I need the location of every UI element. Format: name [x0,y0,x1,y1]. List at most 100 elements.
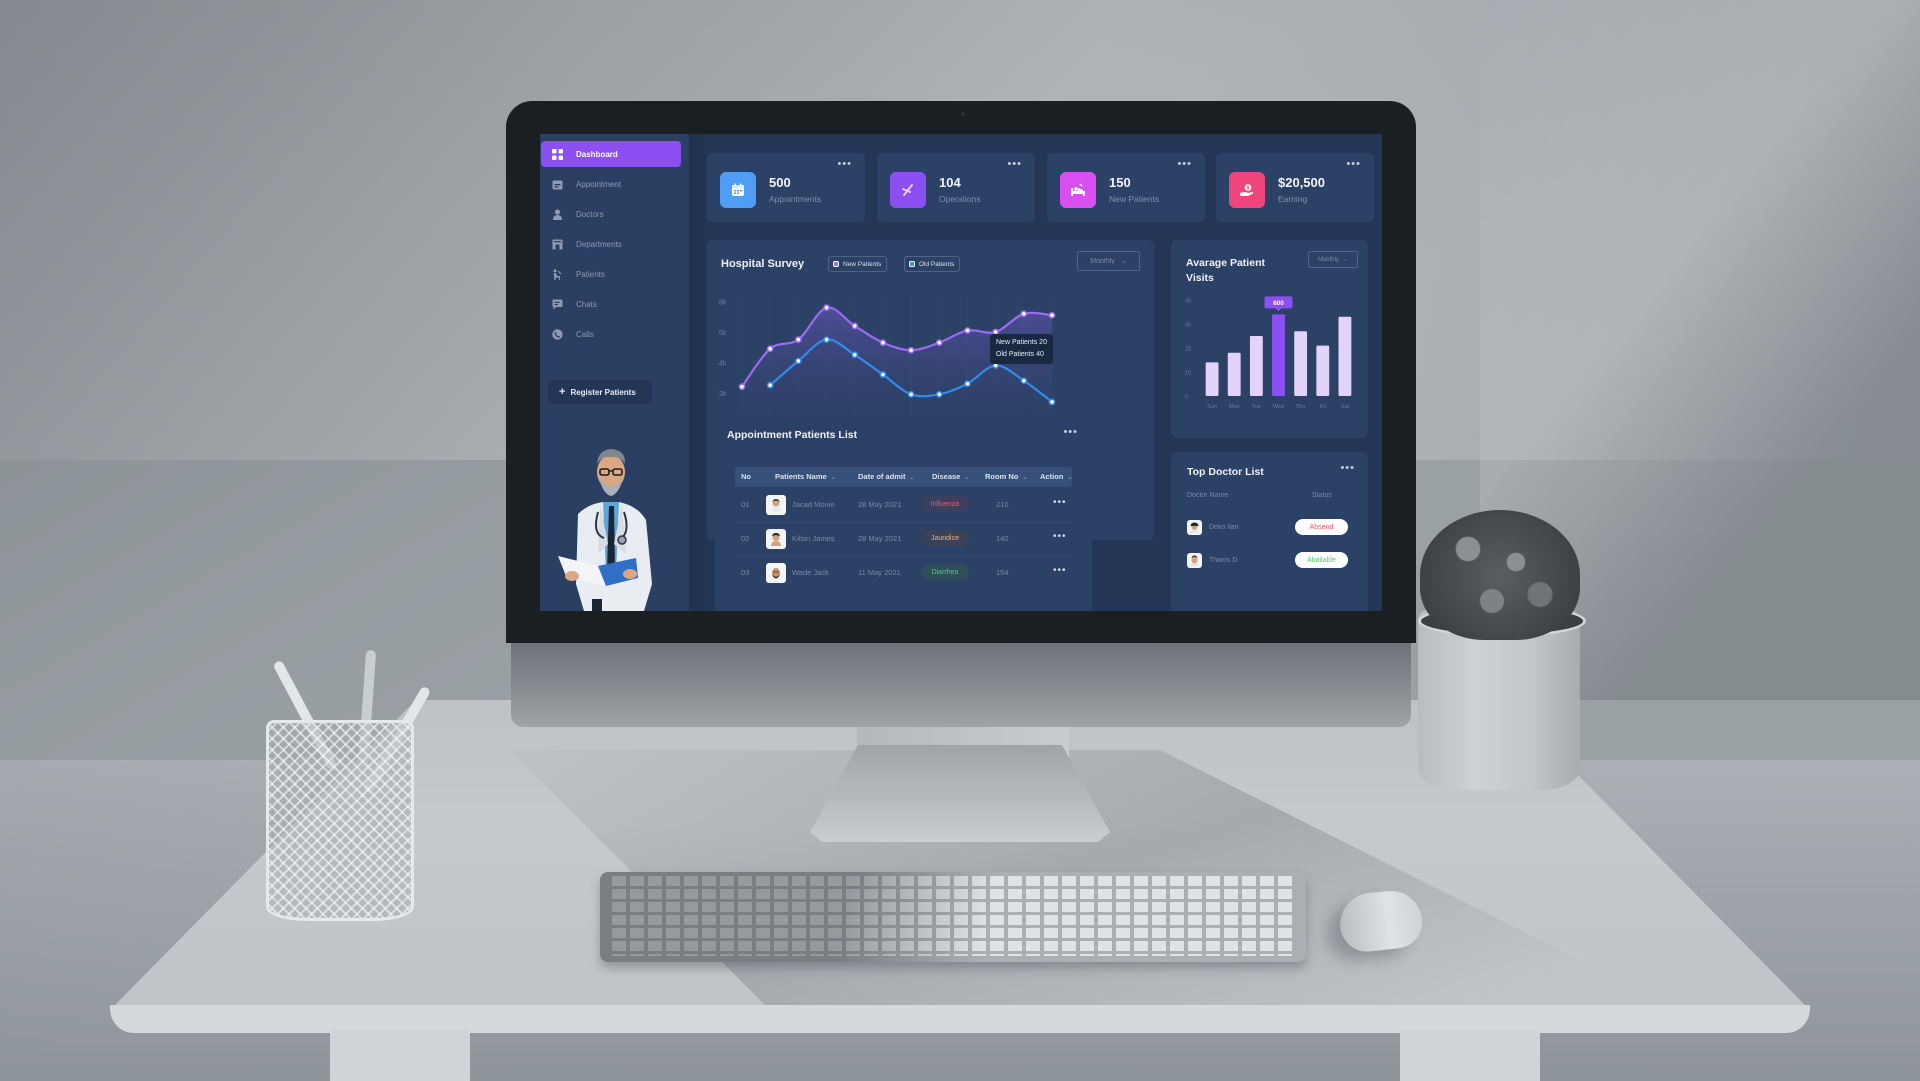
sidebar-item-calls[interactable]: Calls [541,321,681,347]
new-patients-point [823,304,830,312]
sidebar-item-chats[interactable]: Chats [541,291,681,317]
more-icon[interactable]: ••• [1340,462,1355,474]
sidebar-item-label: Patients [576,269,605,279]
row-actions-icon[interactable]: ••• [1053,497,1067,508]
camera-icon [961,112,965,116]
x-tick-label: Fri [1320,404,1326,410]
new-patients-point [1048,311,1056,319]
tooltip-line: Old Patients 40 [996,351,1044,358]
new-patients-point [1020,310,1028,318]
chevron-down-icon: ⌄ [1120,258,1127,265]
survey-period-dropdown[interactable]: Monthly ⌄ [1077,251,1140,271]
top-doctor-panel: Top Doctor List ••• Doctor Name Status D… [1171,452,1368,611]
patient-avatar [766,529,786,549]
more-icon[interactable]: ••• [837,158,852,170]
bar-fri [1316,345,1330,396]
doctor-avatar [1187,520,1202,535]
stat-value: 150 [1109,175,1131,190]
column-label: Patients Name [775,472,827,481]
old-patients-point [1048,398,1056,406]
table-row[interactable]: 03 Wade Jack 11 May 2021 Diarrhea 154 ••… [735,556,1072,590]
legend-new-patients[interactable]: New Patients [828,256,888,272]
column-header-date[interactable]: Date of admit ⌄ [858,472,915,481]
y-tick-label: 0 [1185,395,1188,401]
patient-icon [551,268,564,281]
doctor-icon [551,208,564,221]
plus-icon: + [559,386,566,398]
sidebar-item-label: Appointment [576,179,621,189]
sidebar-item-doctors[interactable]: Doctors [541,201,681,227]
sidebar-item-label: Dashboard [576,149,618,159]
sidebar-item-label: Departments [576,239,622,249]
hospital-bed-icon [1060,172,1096,208]
new-patients-point [879,339,887,347]
monitor-stand [810,745,1110,842]
checkbox-icon [833,261,839,267]
table-row[interactable]: 01 Jacad Monie 28 May 2021 Influenza 210… [735,488,1072,523]
more-icon[interactable]: ••• [1177,158,1192,170]
phone-icon [551,328,564,341]
chat-icon [551,298,564,311]
column-header-room[interactable]: Room No ⌄ [985,472,1027,481]
chevron-down-icon: ⌄ [909,475,915,481]
row-number: 03 [741,568,750,577]
calendar-icon [551,178,564,191]
patient-avatar [766,495,786,515]
sidebar-item-label: Calls [576,329,594,339]
table-row[interactable]: 02 Killan James 28 May 2021 Jaundice 140… [735,522,1072,557]
sidebar-item-dashboard[interactable]: Dashboard [541,141,681,167]
stat-card-earning[interactable]: $ $20,500 Earning ••• [1216,153,1374,222]
y-tick-label: 30 [1185,323,1191,329]
stat-card-appointments[interactable]: 500 Appointments ••• [707,153,865,222]
sidebar-item-departments[interactable]: Departments [541,231,681,257]
column-header-action[interactable]: Action ⌄ [1040,472,1072,481]
row-actions-icon[interactable]: ••• [1053,565,1067,576]
desk-edge [110,1005,1810,1033]
room-number: 140 [996,534,1009,543]
column-header-no: No [741,472,751,481]
desk-leg [330,1030,470,1081]
admit-date: 28 May 2021 [858,534,902,543]
patient-name: Jacad Monie [792,500,835,509]
sidebar-item-appointment[interactable]: Appointment [541,171,681,197]
doctor-name: Deko Ilan [1209,524,1239,531]
x-tick-label: Thu [1296,404,1305,410]
old-patients-point [935,390,943,398]
legend-label: New Patients [843,260,882,268]
more-icon[interactable]: ••• [1063,426,1078,438]
new-patients-point [851,322,859,330]
stat-label: Appointments [769,194,821,204]
stat-card-operations[interactable]: 104 Operations ••• [877,153,1035,222]
disease-badge: Jaundice [921,530,969,546]
x-tick-label: Wed [1273,404,1284,410]
new-patients-point [794,336,802,343]
column-header-disease[interactable]: Disease ⌄ [932,472,969,481]
disease-badge: Influenza [921,496,969,512]
x-tick-label: Tue [1252,404,1261,410]
row-actions-icon[interactable]: ••• [1053,531,1067,542]
chevron-down-icon: ⌄ [964,475,970,481]
column-header-patient-name[interactable]: Patients Name ⌄ [775,472,836,481]
stat-value: 104 [939,175,961,190]
admit-date: 28 May 2021 [858,500,902,509]
hospital-survey-title: Hospital Survey [721,258,805,270]
y-tick-label: 4k [719,360,727,367]
register-patients-button[interactable]: + Register Patients [548,380,652,404]
sidebar-item-patients[interactable]: Patients [541,261,681,287]
scissors-icon [890,172,926,208]
more-icon[interactable]: ••• [1346,158,1361,170]
mesh-pen-holder [266,720,414,921]
y-tick-label: 10 [1185,371,1191,377]
y-tick-label: 6k [719,330,727,337]
more-icon[interactable]: ••• [1007,158,1022,170]
status-badge: Absend [1295,519,1348,535]
appointment-list-panel: Appointment Patients List ••• No Patient… [715,418,1092,611]
calendar-icon [720,172,756,208]
x-tick-label: Mon [1229,404,1240,410]
visits-period-dropdown[interactable]: Monthly ⌄ [1308,251,1358,268]
legend-old-patients[interactable]: Old Patients [904,256,961,272]
svg-text:$: $ [1247,185,1250,191]
old-patients-point [851,351,859,359]
stat-card-new-patients[interactable]: 150 New Patients ••• [1047,153,1205,222]
stat-value: $20,500 [1278,175,1325,190]
